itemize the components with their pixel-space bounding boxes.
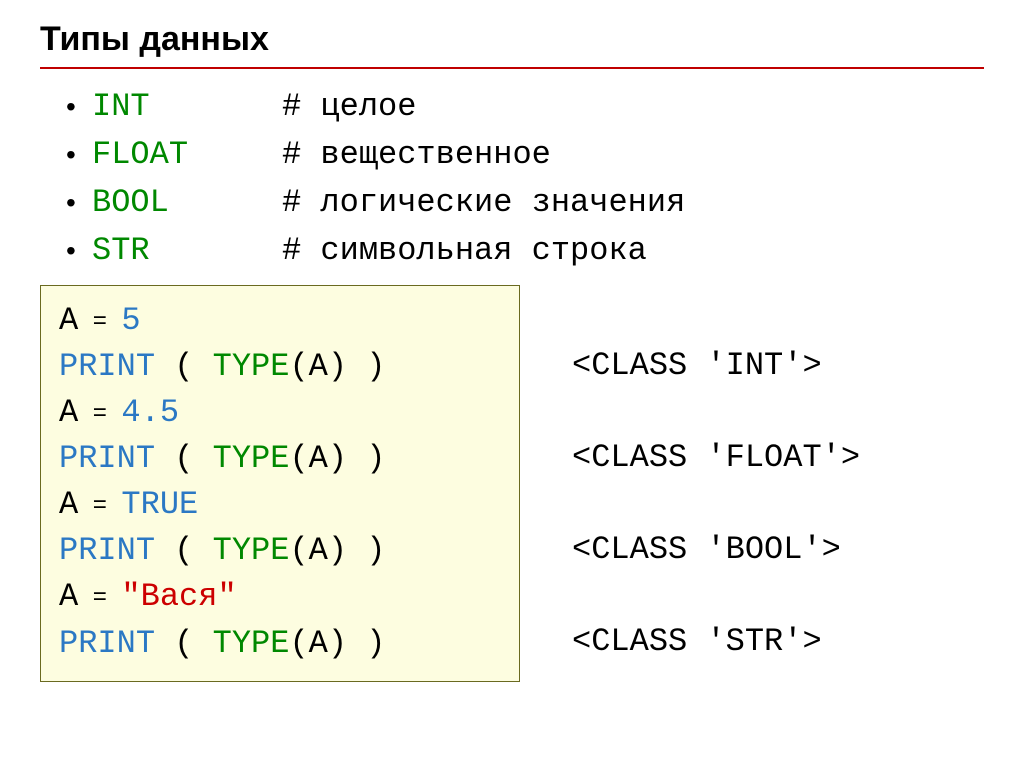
type-keyword: BOOL xyxy=(92,179,282,227)
paren: ) xyxy=(347,532,385,569)
type-call: TYPE xyxy=(213,625,290,662)
bullet-icon: • xyxy=(66,134,92,176)
slide-heading: Типы данных xyxy=(40,20,984,69)
var-name: A xyxy=(59,486,78,523)
paren: ( xyxy=(155,440,213,477)
var-name: A xyxy=(59,394,78,431)
equals-sign: = xyxy=(78,309,121,336)
float-literal: 4.5 xyxy=(121,394,179,431)
string-literal: "Вася" xyxy=(121,578,236,615)
var-name: A xyxy=(59,302,78,339)
type-comment: # логические значения xyxy=(282,179,685,227)
arg: (A) xyxy=(289,440,347,477)
output-spacer xyxy=(572,389,860,435)
arg: (A) xyxy=(289,348,347,385)
code-line: PRINT ( TYPE(A) ) xyxy=(59,436,501,482)
type-row: • STR # символьная строка xyxy=(66,227,984,275)
output-line: <CLASS 'FLOAT'> xyxy=(572,435,860,481)
type-call: TYPE xyxy=(213,348,290,385)
code-line: PRINT ( TYPE(A) ) xyxy=(59,528,501,574)
type-comment: # вещественное xyxy=(282,131,551,179)
bool-literal: TRUE xyxy=(121,486,198,523)
bullet-icon: • xyxy=(66,182,92,224)
code-line: A = TRUE xyxy=(59,482,501,528)
code-line: PRINT ( TYPE(A) ) xyxy=(59,621,501,667)
var-name: A xyxy=(59,578,78,615)
output-column: <CLASS 'INT'> <CLASS 'FLOAT'> <CLASS 'BO… xyxy=(520,285,860,682)
type-call: TYPE xyxy=(213,440,290,477)
type-comment: # целое xyxy=(282,83,416,131)
paren: ) xyxy=(347,440,385,477)
int-literal: 5 xyxy=(121,302,140,339)
type-row: • INT # целое xyxy=(66,83,984,131)
output-line: <CLASS 'STR'> xyxy=(572,619,860,665)
type-keyword: INT xyxy=(92,83,282,131)
output-spacer xyxy=(572,481,860,527)
paren: ( xyxy=(155,532,213,569)
code-line: A = 4.5 xyxy=(59,390,501,436)
arg: (A) xyxy=(289,532,347,569)
type-row: • BOOL # логические значения xyxy=(66,179,984,227)
print-call: PRINT xyxy=(59,440,155,477)
example-area: A = 5 PRINT ( TYPE(A) ) A = 4.5 PRINT ( … xyxy=(40,285,984,682)
print-call: PRINT xyxy=(59,532,155,569)
paren: ( xyxy=(155,348,213,385)
type-list: • INT # целое • FLOAT # вещественное • B… xyxy=(66,83,984,275)
code-line: PRINT ( TYPE(A) ) xyxy=(59,344,501,390)
type-keyword: FLOAT xyxy=(92,131,282,179)
bullet-icon: • xyxy=(66,230,92,272)
equals-sign: = xyxy=(78,585,121,612)
code-line: A = "Вася" xyxy=(59,574,501,620)
equals-sign: = xyxy=(78,401,121,428)
output-spacer xyxy=(572,573,860,619)
code-line: A = 5 xyxy=(59,298,501,344)
bullet-icon: • xyxy=(66,86,92,128)
type-row: • FLOAT # вещественное xyxy=(66,131,984,179)
output-line: <CLASS 'INT'> xyxy=(572,343,860,389)
paren: ( xyxy=(155,625,213,662)
type-call: TYPE xyxy=(213,532,290,569)
type-keyword: STR xyxy=(92,227,282,275)
paren: ) xyxy=(347,348,385,385)
output-spacer xyxy=(572,297,860,343)
print-call: PRINT xyxy=(59,625,155,662)
code-box: A = 5 PRINT ( TYPE(A) ) A = 4.5 PRINT ( … xyxy=(40,285,520,682)
type-comment: # символьная строка xyxy=(282,227,647,275)
equals-sign: = xyxy=(78,493,121,520)
arg: (A) xyxy=(289,625,347,662)
print-call: PRINT xyxy=(59,348,155,385)
paren: ) xyxy=(347,625,385,662)
output-line: <CLASS 'BOOL'> xyxy=(572,527,860,573)
